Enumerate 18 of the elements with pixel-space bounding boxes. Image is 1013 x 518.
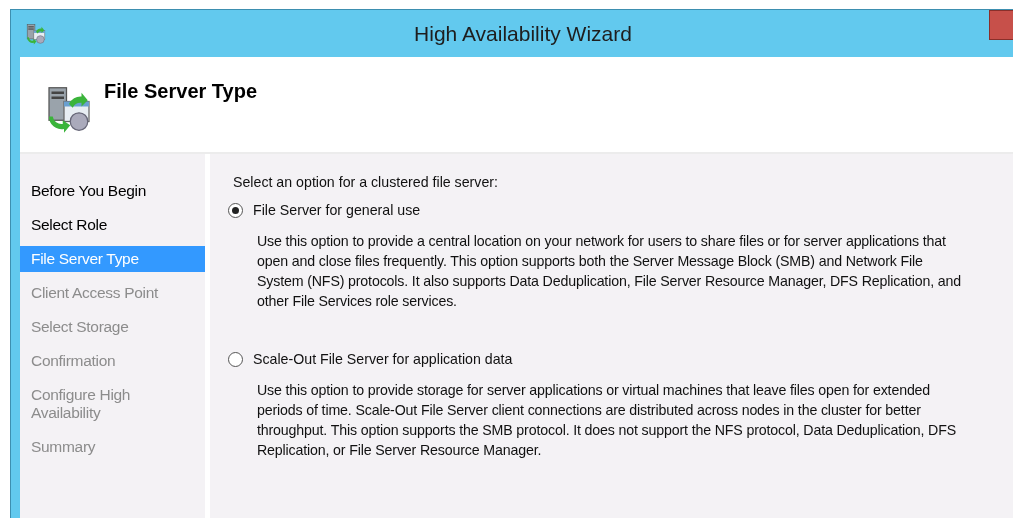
radio-button[interactable] xyxy=(228,351,243,367)
wizard-step[interactable]: Before You Begin xyxy=(20,178,205,204)
wizard-step[interactable]: Summary xyxy=(20,434,205,460)
option-description: Use this option to provide storage for server applications or virtual machines that leave files open for extended periods of time. Scale-Out File Server client connections are distributed across nodes in the cluster for better throughput. This option supports the SMB protocol. It does not support the NFS protocol, Data Deduplication, DFS Replication, or File Server Resource Manager. xyxy=(257,381,957,460)
app-icon xyxy=(25,22,47,45)
wizard-step[interactable]: Select Storage xyxy=(20,314,205,340)
wizard-step[interactable]: Confirmation xyxy=(20,348,205,374)
window-title: High Availability Wizard xyxy=(413,21,633,46)
option-description: Use this option to provide a central location on your network for users to share files or for server applications that open and close files frequently. This option supports both the Server Message Block (SMB) and Network File System (NFS) protocols. It also supports Data Deduplication, File Server Resource Manager, DFS Replication, and other File Services role services. xyxy=(257,232,963,311)
option-label[interactable]: File Server for general use xyxy=(253,202,421,218)
wizard-step[interactable]: Select Role xyxy=(20,212,205,238)
radio-button[interactable] xyxy=(228,202,243,218)
wizard-step[interactable]: File Server Type xyxy=(20,246,205,272)
wizard-step[interactable]: Configure High Availability xyxy=(20,382,205,426)
wizard-step[interactable]: Client Access Point xyxy=(20,280,205,306)
page-title: File Server Type xyxy=(104,80,258,103)
option-label[interactable]: Scale-Out File Server for application data xyxy=(253,351,513,367)
prompt-text: Select an option for a clustered file server: xyxy=(233,174,498,190)
